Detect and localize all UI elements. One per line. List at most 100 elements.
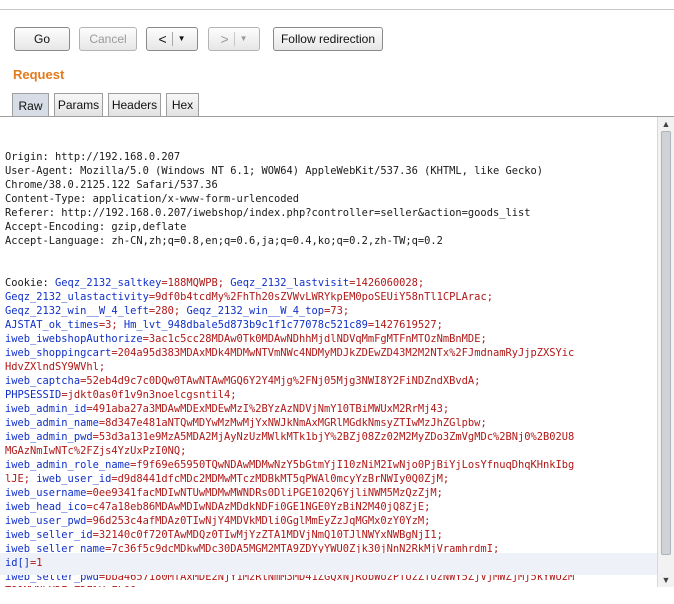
cookie-value: =53d3a131e9MzA5MDA2MjAyNzUzMWlkMTk1bjY%2… [92,431,575,443]
cookie-value: HdvZXlndSY9WVhl; [5,361,106,373]
cookie-value: =280; [148,305,187,317]
cookie-name: PHPSESSID [5,389,62,401]
cookie-name: iweb_admin_role_name [5,459,131,471]
scroll-up-icon[interactable]: ▲ [658,117,674,131]
cookie-name: iweb_user_pwd [5,515,87,527]
cookie-value: =0ee9341facMDIwNTUwMDMwMWNDRs0DliPGE102Q… [86,487,443,499]
cookie-value: T91MWNhYDEwZDFlYzFkOQ [5,585,136,587]
header-line: Origin: http://192.168.0.207 [5,151,181,163]
tab-hex[interactable]: Hex [166,93,199,116]
cookie-value: =3; [98,319,124,331]
cookie-value: =491aba27a3MDAwMDExMDEwMzI%2BYzAzNDVjNmY… [86,403,450,415]
cookie-value: MGAzNmIwNTc%2FZjs4YzUxPzI0NQ; [5,445,187,457]
cookie-value: =96d253c4afMDAz0TIwNjY4MDVkMDli0GglMmEyZ… [86,515,431,527]
cookie-line: iweb_head_ico=c47a18eb86MDAwMDIwNDAzMDdk… [5,500,657,514]
cookie-line: MGAzNmIwNTc%2FZjs4YzUxPzI0NQ; [5,444,657,458]
cookie-line: Cookie: Geqz_2132_saltkey=188MQWPB; Geqz… [5,276,657,290]
cookie-line: AJSTAT_ok_times=3; Hm_lvt_948dbale5d873b… [5,318,657,332]
cookie-value: =9df0b4tcdMy%2FhTh20sZVWvLWRYkpEM0poSEUi… [148,291,493,303]
cookie-name: AJSTAT_ok_times [5,319,99,331]
request-panel: Origin: http://192.168.0.207 User-Agent: … [0,116,674,587]
request-body[interactable]: id[]=1 [0,553,657,575]
body-param: id[]=1 [5,556,43,570]
cookie-line: Geqz_2132_ulastactivity=9df0b4tcdMy%2FhT… [5,290,657,304]
cookie-line: iweb_shoppingcart=204a95d383MDAxMDk4MDMw… [5,346,657,360]
cookie-name: Geqz_2132_ulastactivity [5,291,149,303]
cookie-value: =c47a18eb86MDAwMDIwNDAzMDdkNDFi0GE1NGE0Y… [86,501,431,513]
cookie-value: =1427619527; [367,319,443,331]
cookie-name: iweb_admin_pwd [5,431,93,443]
chevron-right-icon: > [220,31,229,47]
cookie-line: HdvZXlndSY9WVhl; [5,360,657,374]
cookie-value: =73; [324,305,356,317]
cookie-value: =f9f69e65950TQwNDAwMDMwNzY5bGtmYjI10zNiM… [130,459,575,471]
cookie-value: =d9d8441dfcMDc2MDMwMTczMDBkMT5qPWAl0mcyY… [111,473,450,485]
raw-request-editor[interactable]: Origin: http://192.168.0.207 User-Agent: … [0,117,657,587]
cookie-value: =52eb4d9c7c0DQw0TAwNTAwMGQ6Y2Y4Mjg%2FNj0… [80,375,481,387]
cookie-name: iweb_user_id [36,473,112,485]
button-divider [171,32,173,46]
cookie-name: iweb_admin_id [5,403,87,415]
button-divider [233,32,235,46]
cookie-value: =204a95d383MDAxMDk4MDMwNTVmNWc4NDMyMDJkZ… [111,347,575,359]
header-line: User-Agent: Mozilla/5.0 (Windows NT 6.1;… [5,165,543,177]
cookie-value: =32140c0f720TAwMDQz0TIwMjYzZTA1MDVjNmQ10… [92,529,443,541]
vertical-scrollbar[interactable]: ▲ ▼ [657,117,674,587]
cookie-line: PHPSESSID=jdkt0as0f1v9n3noelcgsntil4; [5,388,657,402]
scrollbar-thumb[interactable] [661,131,671,555]
cookie-name: iweb_shoppingcart [5,347,112,359]
header-line: Content-Type: application/x-www-form-url… [5,193,300,205]
cookie-name: iweb_captcha [5,375,81,387]
cookie-line: iweb_username=0ee9341facMDIwNTUwMDMwMWND… [5,486,657,500]
go-button[interactable]: Go [14,27,70,51]
cookie-line: iweb_admin_pwd=53d3a131e9MzA5MDA2MjAyNzU… [5,430,657,444]
chevron-down-icon[interactable]: ▼ [240,35,248,43]
tab-params[interactable]: Params [54,93,103,116]
request-headers: Origin: http://192.168.0.207 User-Agent: … [5,150,657,248]
request-title: Request [13,67,65,82]
follow-redirection-button[interactable]: Follow redirection [273,27,383,51]
tab-raw[interactable]: Raw [12,93,49,117]
back-button[interactable]: < ▼ [146,27,198,51]
cookie-value: =8d347e481aNTQwMDYwMzMwMjYxNWJkNmAxMGRlM… [98,417,487,429]
cookie-name: Geqz_2132_win__W_4_top [186,305,325,317]
cookie-line: iweb_user_pwd=96d253c4afMDAz0TIwNjY4MDVk… [5,514,657,528]
cookie-line: iweb_iwebshopAuthorize=3ac1c5cc28MDAw0Tk… [5,332,657,346]
cancel-button[interactable]: Cancel [79,27,137,51]
cookie-name: iweb_head_ico [5,501,87,513]
cookie-name: Geqz_2132_lastvisit [230,277,350,289]
cookie-value: lJE; [5,473,37,485]
cookie-name: iweb_admin_name [5,417,99,429]
cookie-line: lJE; iweb_user_id=d9d8441dfcMDc2MDMwMTcz… [5,472,657,486]
header-line: Chrome/38.0.2125.122 Safari/537.36 [5,179,218,191]
cookie-name: iweb_seller_id [5,529,93,541]
scroll-down-icon[interactable]: ▼ [658,573,674,587]
body-param-name: id[] [5,557,31,569]
header-line: Accept-Encoding: gzip,deflate [5,221,187,233]
chevron-left-icon: < [158,31,167,47]
cookie-line: iweb_seller_id=32140c0f720TAwMDQz0TIwMjY… [5,528,657,542]
cookie-name: Geqz_2132_saltkey [55,277,162,289]
cookie-prefix: Cookie: [5,277,56,289]
cookie-name: iweb_iwebshopAuthorize [5,333,143,345]
cookie-value: =1426060028; [349,277,425,289]
cookie-line: iweb_admin_id=491aba27a3MDAwMDExMDEwMzI%… [5,402,657,416]
cookie-name: Hm_lvt_948dbale5d873b9c1f1c77078c521c89 [123,319,368,331]
body-param-value: =1 [30,557,43,569]
cookie-value: =3ac1c5cc28MDAw0Tk0MDAwNDhhMjdlNDVqMmFgM… [142,333,487,345]
forward-button[interactable]: > ▼ [208,27,260,51]
window-top-edge [0,0,674,10]
cookie-header: Cookie: Geqz_2132_saltkey=188MQWPB; Geqz… [5,276,657,587]
cookie-line: iweb_admin_name=8d347e481aNTQwMDYwMzMwMj… [5,416,657,430]
tab-headers[interactable]: Headers [108,93,161,116]
cookie-name: Geqz_2132_win__W_4_left [5,305,149,317]
cookie-line: iweb_captcha=52eb4d9c7c0DQw0TAwNTAwMGQ6Y… [5,374,657,388]
header-line: Referer: http://192.168.0.207/iwebshop/i… [5,207,531,219]
cookie-line: iweb_admin_role_name=f9f69e65950TQwNDAwM… [5,458,657,472]
cookie-line: Geqz_2132_win__W_4_left=280; Geqz_2132_w… [5,304,657,318]
cookie-name: iweb_username [5,487,87,499]
chevron-down-icon[interactable]: ▼ [178,35,186,43]
toolbar: Go Cancel < ▼ > ▼ Follow redirection [0,27,674,53]
header-line: Accept-Language: zh-CN,zh;q=0.8,en;q=0.6… [5,235,443,247]
cookie-line: T91MWNhYDEwZDFlYzFkOQ [5,584,657,587]
